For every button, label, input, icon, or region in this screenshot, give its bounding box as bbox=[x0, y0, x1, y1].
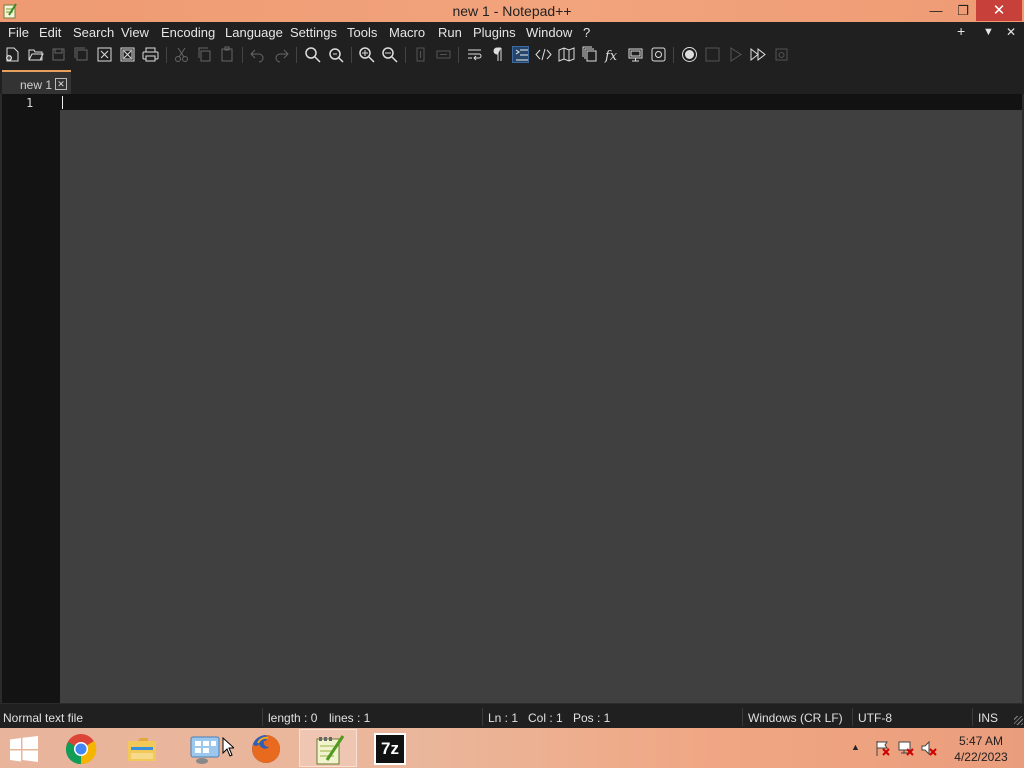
indent-guide-icon[interactable] bbox=[512, 46, 529, 63]
undo-icon[interactable] bbox=[249, 46, 266, 63]
current-line-highlight bbox=[60, 94, 1022, 110]
menu-tools[interactable]: Tools bbox=[347, 25, 377, 40]
document-map-icon[interactable] bbox=[558, 46, 575, 63]
new-file-icon[interactable] bbox=[4, 46, 21, 63]
restore-button[interactable]: ❐ bbox=[950, 0, 976, 21]
print-icon[interactable] bbox=[142, 46, 159, 63]
tab-label: new 1 bbox=[20, 78, 53, 92]
close-window-button[interactable]: ✕ bbox=[976, 0, 1022, 21]
window-title: new 1 - Notepad++ bbox=[452, 3, 572, 19]
toolbar: fx bbox=[0, 42, 1024, 67]
text-caret bbox=[62, 96, 63, 109]
copy-icon[interactable] bbox=[196, 46, 213, 63]
run-macro-multiple-icon[interactable] bbox=[750, 46, 767, 63]
zoom-in-icon[interactable] bbox=[358, 46, 375, 63]
save-icon[interactable] bbox=[50, 46, 67, 63]
menu-plugins[interactable]: Plugins bbox=[473, 25, 516, 40]
replace-icon[interactable] bbox=[327, 46, 344, 63]
clock-time[interactable]: 5:47 AM bbox=[956, 734, 1006, 748]
menu-run[interactable]: Run bbox=[438, 25, 462, 40]
minimize-button[interactable]: — bbox=[922, 0, 950, 21]
file-explorer-icon bbox=[128, 738, 156, 761]
taskbar-file-explorer[interactable] bbox=[113, 729, 171, 767]
stop-macro-icon[interactable] bbox=[704, 46, 721, 63]
zoom-out-icon[interactable] bbox=[381, 46, 398, 63]
status-length: length : 0 bbox=[268, 711, 318, 725]
show-all-characters-icon[interactable] bbox=[489, 46, 506, 63]
status-bar: Normal text file length : 0 lines : 1 Ln… bbox=[0, 704, 1024, 728]
status-ln: Ln : 1 bbox=[488, 711, 519, 725]
close-document-button[interactable]: ✕ bbox=[1006, 25, 1016, 39]
status-col: Col : 1 bbox=[528, 711, 563, 725]
tab-close-icon[interactable]: ✕ bbox=[55, 78, 67, 90]
record-macro-icon[interactable] bbox=[681, 46, 698, 63]
status-file-type: Normal text file bbox=[3, 711, 84, 725]
save-macro-icon[interactable] bbox=[773, 46, 790, 63]
play-macro-icon[interactable] bbox=[727, 46, 744, 63]
start-button[interactable] bbox=[0, 729, 48, 767]
sync-horizontal-icon[interactable] bbox=[435, 46, 452, 63]
find-icon[interactable] bbox=[304, 46, 321, 63]
7zip-icon: 7z bbox=[374, 733, 406, 765]
xml-tag-icon[interactable] bbox=[535, 46, 552, 63]
svg-text:fx: fx bbox=[604, 49, 618, 63]
cut-icon[interactable] bbox=[173, 46, 190, 63]
editor-area[interactable]: 1 bbox=[2, 94, 1022, 703]
document-list-icon[interactable] bbox=[581, 46, 598, 63]
open-file-icon[interactable] bbox=[27, 46, 44, 63]
status-insert-mode[interactable]: INS bbox=[978, 711, 998, 725]
taskbar-notepadpp[interactable] bbox=[299, 729, 357, 767]
title-bar[interactable]: new 1 - Notepad++ — ❐ ✕ bbox=[0, 0, 1024, 22]
taskbar-7zip[interactable]: 7z bbox=[361, 729, 419, 767]
menu-help[interactable]: ? bbox=[583, 25, 590, 40]
firefox-icon bbox=[252, 734, 281, 763]
menu-search[interactable]: Search bbox=[73, 25, 114, 40]
menu-bar: File Edit Search View Encoding Language … bbox=[0, 22, 1024, 42]
menu-window[interactable]: Window bbox=[526, 25, 572, 40]
tab-list-dropdown[interactable]: ▼ bbox=[983, 26, 994, 38]
taskbar-firefox[interactable] bbox=[237, 729, 295, 767]
network-icon[interactable] bbox=[898, 740, 914, 756]
save-all-icon[interactable] bbox=[73, 46, 90, 63]
close-all-icon[interactable] bbox=[119, 46, 136, 63]
word-wrap-icon[interactable] bbox=[466, 46, 483, 63]
sync-vertical-icon[interactable] bbox=[412, 46, 429, 63]
menu-view[interactable]: View bbox=[121, 25, 149, 40]
taskbar: 7z ▲ bbox=[0, 728, 1024, 768]
add-new-tab-button[interactable]: + bbox=[957, 23, 965, 39]
function-list-icon[interactable]: fx bbox=[604, 46, 621, 63]
menu-file[interactable]: File bbox=[8, 25, 29, 40]
taskbar-chrome[interactable] bbox=[52, 729, 110, 767]
status-encoding[interactable]: UTF-8 bbox=[858, 711, 892, 725]
menu-macro[interactable]: Macro bbox=[389, 25, 425, 40]
line-number-gutter[interactable]: 1 bbox=[2, 94, 60, 703]
clock-date[interactable]: 4/22/2023 bbox=[950, 750, 1012, 764]
line-number: 1 bbox=[26, 96, 34, 110]
mouse-cursor-icon bbox=[222, 737, 234, 757]
tab-new-1[interactable]: new 1 ✕ bbox=[2, 70, 71, 94]
resize-grip[interactable] bbox=[1014, 716, 1023, 725]
close-icon[interactable] bbox=[96, 46, 113, 63]
menu-edit[interactable]: Edit bbox=[39, 25, 61, 40]
tab-bar: new 1 ✕ bbox=[0, 67, 1024, 94]
status-eol[interactable]: Windows (CR LF) bbox=[748, 711, 843, 725]
menu-settings[interactable]: Settings bbox=[290, 25, 337, 40]
notepadpp-icon bbox=[316, 735, 345, 765]
folder-workspace-icon[interactable] bbox=[627, 46, 644, 63]
volume-muted-icon[interactable] bbox=[921, 740, 937, 756]
tray-overflow-arrow[interactable]: ▲ bbox=[851, 742, 860, 752]
status-lines: lines : 1 bbox=[329, 711, 371, 725]
paste-icon[interactable] bbox=[219, 46, 236, 63]
menu-encoding[interactable]: Encoding bbox=[161, 25, 215, 40]
action-center-flag-icon[interactable] bbox=[874, 740, 890, 756]
status-pos: Pos : 1 bbox=[573, 711, 611, 725]
monitoring-icon[interactable] bbox=[650, 46, 667, 63]
redo-icon[interactable] bbox=[273, 46, 290, 63]
control-panel-icon bbox=[190, 736, 220, 764]
start-icon bbox=[10, 736, 38, 762]
chrome-icon bbox=[65, 734, 97, 765]
menu-language[interactable]: Language bbox=[225, 25, 283, 40]
